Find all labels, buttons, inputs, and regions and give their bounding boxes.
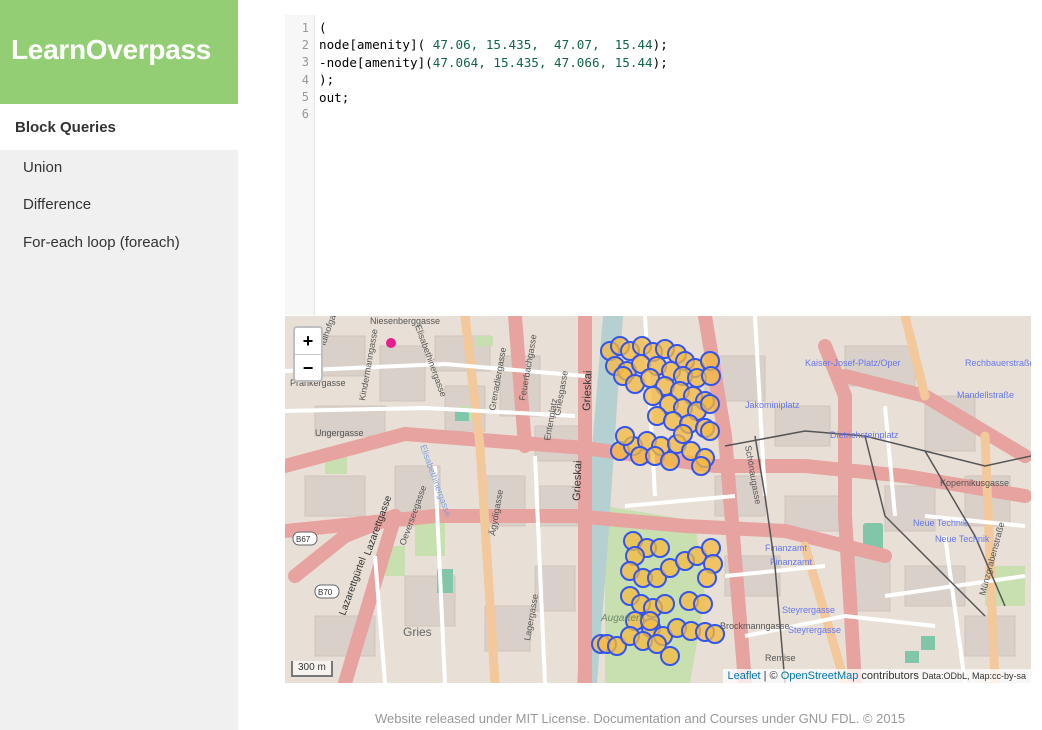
amenity-marker[interactable]: [673, 424, 693, 444]
amenity-marker[interactable]: [650, 538, 670, 558]
sidebar-item-label[interactable]: Difference: [23, 196, 91, 213]
leaflet-link[interactable]: Leaflet: [728, 670, 761, 682]
code-editor[interactable]: 1 2 3 4 5 6 ( node[amenity]( 47.06, 15.4…: [285, 15, 1031, 315]
sidebar-section-label[interactable]: Block Queries: [15, 119, 116, 136]
map-tiles[interactable]: Niesenberggasse Elisabethinergasse Prank…: [285, 316, 1031, 683]
map-label: Dietrichsteinplatz: [830, 430, 899, 440]
code-token: node[amenity](: [319, 37, 426, 53]
line-number: 4: [301, 73, 309, 87]
code-line[interactable]: out;: [319, 90, 668, 107]
amenity-marker[interactable]: [697, 568, 717, 588]
map-label: Steyrergasse: [782, 605, 835, 615]
sidebar-item-label[interactable]: For-each loop (foreach): [23, 234, 180, 251]
amenity-marker[interactable]: [660, 451, 680, 471]
map-road-shield: B70: [318, 588, 333, 597]
map-label: Finanzamt: [770, 557, 813, 567]
map-label: Rechbauerstraße: [965, 358, 1031, 368]
code-content[interactable]: ( node[amenity]( 47.06, 15.435, 47.07, 1…: [319, 20, 668, 124]
map-road-shield: B67: [296, 535, 311, 544]
code-token: (: [319, 20, 327, 35]
sidebar: LearnOverpass Block Queries Union Differ…: [0, 0, 238, 730]
zoom-in-button[interactable]: +: [295, 328, 321, 354]
map-label: Ungergasse: [315, 428, 364, 438]
code-token: );: [319, 72, 335, 88]
map-label: Steyrergasse: [788, 625, 841, 635]
amenity-marker[interactable]: [693, 594, 713, 614]
sidebar-item-foreach[interactable]: For-each loop (foreach): [0, 227, 238, 259]
line-number: 6: [301, 107, 309, 121]
map-label: Grieskai: [581, 370, 594, 411]
amenity-marker[interactable]: [640, 611, 660, 631]
line-number: 3: [301, 55, 309, 69]
code-line[interactable]: (: [319, 20, 668, 37]
line-number-gutter: 1 2 3 4 5 6: [285, 15, 315, 315]
attribution-separator: | ©: [760, 670, 781, 682]
amenity-marker[interactable]: [701, 366, 721, 386]
map-label: Finanzamt: [765, 543, 808, 553]
sidebar-item-label[interactable]: Union: [23, 159, 62, 176]
zoom-control: + −: [293, 326, 323, 382]
map-label: Mandellstraße: [957, 390, 1014, 400]
code-token: out;: [319, 89, 350, 105]
map-label: Jakominiplatz: [745, 400, 800, 410]
map-label: Augarten: [600, 613, 642, 624]
map-label: Grieskai: [571, 460, 584, 501]
code-token: -node[amenity](: [319, 54, 433, 70]
sidebar-section-block-queries[interactable]: Block Queries: [0, 104, 238, 150]
map-label: Gries: [403, 625, 432, 639]
amenity-marker[interactable]: [660, 646, 680, 666]
map-attribution: Leaflet | © OpenStreetMap contributors D…: [722, 669, 1031, 683]
code-number-token: 47.06, 15.435, 47.07, 15.44: [425, 37, 653, 53]
code-line[interactable]: -node[amenity](47.064, 15.435, 47.066, 1…: [319, 55, 668, 72]
code-line[interactable]: [319, 107, 668, 124]
sidebar-item-difference[interactable]: Difference: [0, 189, 238, 221]
amenity-marker[interactable]: [691, 456, 711, 476]
sidebar-item-union[interactable]: Union: [0, 152, 238, 184]
map-view[interactable]: Niesenberggasse Elisabethinergasse Prank…: [285, 316, 1031, 683]
zoom-out-button[interactable]: −: [295, 354, 321, 381]
map-label: Remise: [765, 653, 796, 663]
map-label: Neue Technik: [913, 518, 968, 528]
code-token: );: [652, 54, 668, 70]
brand-header[interactable]: LearnOverpass: [0, 0, 238, 104]
line-number: 5: [301, 90, 309, 104]
map-label: Brockmanngasse: [720, 621, 790, 631]
map-label: Kopernikusgasse: [940, 478, 1009, 488]
line-number: 2: [301, 38, 309, 52]
map-label: Niesenberggasse: [370, 316, 440, 326]
attribution-contributors: contributors: [858, 670, 919, 682]
line-number: 1: [301, 21, 309, 35]
amenity-marker[interactable]: [700, 421, 720, 441]
amenity-marker[interactable]: [700, 394, 720, 414]
amenity-marker[interactable]: [615, 426, 635, 446]
code-number-token: 47.064, 15.435, 47.066, 15.44: [432, 54, 653, 70]
footer-license: Website released under MIT License. Docu…: [374, 711, 906, 726]
map-scale-bar: 300 m: [291, 661, 333, 677]
map-label: Kaiser-Josef-Platz/Oper: [805, 358, 901, 368]
osm-link[interactable]: OpenStreetMap: [781, 670, 859, 682]
brand-title[interactable]: LearnOverpass: [11, 34, 211, 66]
code-line[interactable]: node[amenity]( 47.06, 15.435, 47.07, 15.…: [319, 37, 668, 54]
attribution-license: Data:ODbL, Map:cc-by-sa: [921, 671, 1026, 681]
map-label: Neue Technik: [935, 534, 990, 544]
code-token: );: [652, 37, 668, 53]
amenity-marker[interactable]: [655, 594, 675, 614]
code-line[interactable]: );: [319, 72, 668, 89]
